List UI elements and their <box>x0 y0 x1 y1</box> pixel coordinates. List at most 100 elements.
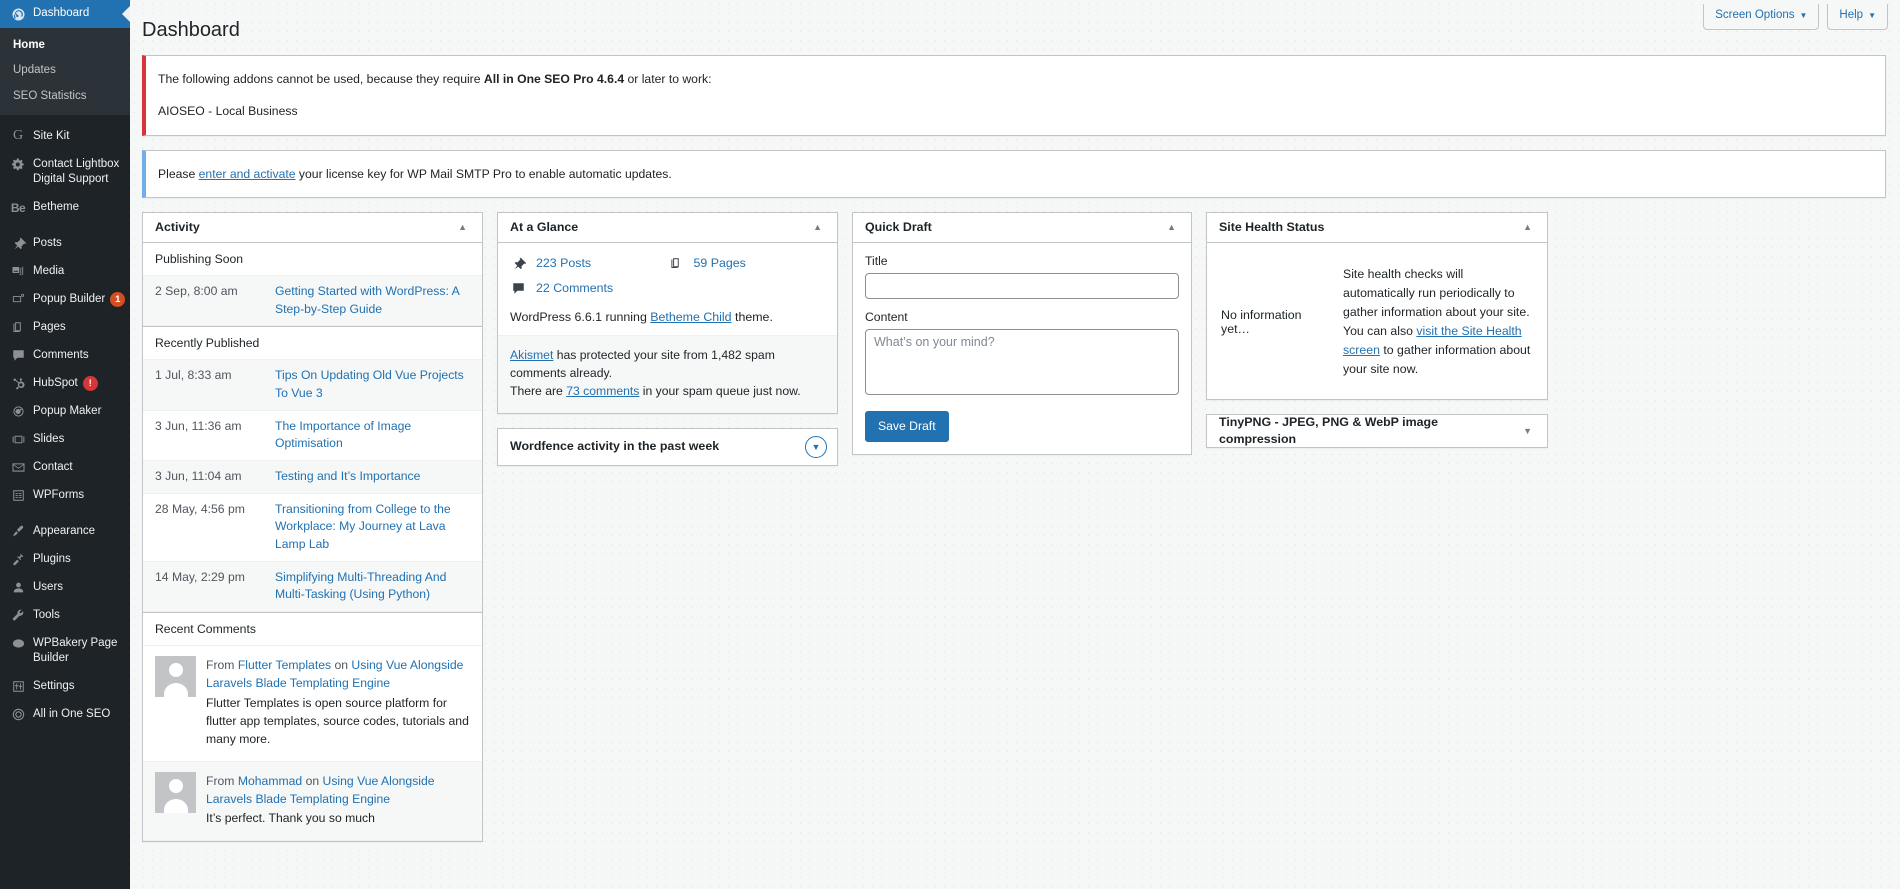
screen-options-label: Screen Options <box>1715 9 1795 21</box>
dashboard-column-2: At a Glance ▲ 223 Posts 59 Pages 22 Comm… <box>497 211 838 480</box>
spam-queue-link[interactable]: 73 comments <box>566 384 639 398</box>
comment-meta: From Mohammad on Using Vue Alongside Lar… <box>206 772 470 809</box>
sidebar-item-label: Dashboard <box>33 7 90 19</box>
sidebar-item-pages[interactable]: Pages <box>0 314 130 342</box>
comment-meta: From Flutter Templates on Using Vue Alon… <box>206 656 470 693</box>
comment-author-link[interactable]: Mohammad <box>238 774 302 788</box>
list-item: 3 Jun, 11:04 am Testing and It’s Importa… <box>143 461 482 494</box>
sidebar-item-label: HubSpot <box>33 376 78 389</box>
collapse-toggle-icon[interactable]: ▲ <box>808 220 827 235</box>
sidebar-item-label: Contact <box>33 460 73 473</box>
pages-icon <box>9 320 27 336</box>
list-item: From Mohammad on Using Vue Alongside Lar… <box>143 761 482 841</box>
sidebar-subitem-seo-statistics[interactable]: SEO Statistics <box>0 84 130 109</box>
sidebar-item-label: Users <box>33 580 64 593</box>
akismet-link[interactable]: Akismet <box>510 348 553 362</box>
post-time: 2 Sep, 8:00 am <box>155 283 238 298</box>
collapse-toggle-icon[interactable]: ▲ <box>1162 220 1181 235</box>
sidebar-item-label: Site Kit <box>33 129 70 142</box>
help-label: Help <box>1839 9 1864 21</box>
post-link[interactable]: Testing and It’s Importance <box>275 469 420 483</box>
sidebar-item-label: Contact Lightbox Digital Support <box>33 157 120 186</box>
post-link[interactable]: Transitioning from College to the Workpl… <box>275 502 451 551</box>
sidebar-item-comments[interactable]: Comments <box>0 342 130 370</box>
comments-count-link[interactable]: 22 Comments <box>536 281 613 295</box>
site-health-body: No information yet… Site health checks w… <box>1207 243 1547 399</box>
quick-draft-header: Quick Draft ▲ <box>853 213 1191 243</box>
chevron-down-icon[interactable]: ▼ <box>1518 424 1537 439</box>
sidebar-item-contact[interactable]: Contact <box>0 454 130 482</box>
collapse-toggle-icon[interactable]: ▲ <box>1518 220 1537 235</box>
plug-icon <box>9 552 27 568</box>
sidebar-item-dashboard[interactable]: Dashboard <box>0 0 130 28</box>
sidebar-item-betheme[interactable]: Be Betheme <box>0 194 130 222</box>
sidebar-item-label: All in One SEO <box>33 707 111 720</box>
pages-icon <box>668 256 685 271</box>
notice-wp-mail-smtp-license: Please enter and activate your license k… <box>142 149 1886 198</box>
post-link[interactable]: The Importance of Image Optimisation <box>275 419 411 451</box>
comment-excerpt: It’s perfect. Thank you so much <box>206 811 375 826</box>
notice-text-bold: All in One SEO Pro 4.6.4 <box>483 72 625 86</box>
akismet-spam-line: There are 73 comments in your spam queue… <box>510 382 825 400</box>
post-link[interactable]: Simplifying Multi-Threading And Multi-Ta… <box>275 570 446 602</box>
post-title: Simplifying Multi-Threading And Multi-Ta… <box>275 569 470 604</box>
pin-icon <box>9 236 27 252</box>
post-time: 14 May, 2:29 pm <box>155 569 245 584</box>
sidebar-item-label: Popup Builder <box>33 292 106 305</box>
pages-count-link[interactable]: 59 Pages <box>694 256 746 270</box>
post-title: Transitioning from College to the Workpl… <box>275 501 470 554</box>
sidebar-item-tools[interactable]: Tools <box>0 602 130 630</box>
hubspot-icon <box>9 376 27 392</box>
post-title: The Importance of Image Optimisation <box>275 418 470 453</box>
akismet-protection-line: Akismet has protected your site from 1,4… <box>510 346 825 383</box>
chevron-down-icon[interactable]: ▼ <box>805 435 827 458</box>
sidebar-item-label: Appearance <box>33 524 96 537</box>
notice-line-2: AIOSEO - Local Business <box>158 104 298 119</box>
sidebar-subitem-home[interactable]: Home <box>0 33 130 58</box>
posts-count-link[interactable]: 223 Posts <box>536 256 591 270</box>
sidebar-item-all-in-one-seo[interactable]: All in One SEO <box>0 701 130 729</box>
sidebar-item-hubspot[interactable]: HubSpot ! <box>0 370 130 398</box>
hubspot-badge: ! <box>82 375 98 391</box>
screen-options-button[interactable]: Screen Options ▼ <box>1703 4 1820 31</box>
site-health-header: Site Health Status ▲ <box>1207 213 1547 243</box>
chevron-down-icon: ▼ <box>1799 11 1808 20</box>
sidebar-item-media[interactable]: Media <box>0 258 130 286</box>
collapse-toggle-icon[interactable]: ▲ <box>453 220 472 235</box>
sidebar-item-plugins[interactable]: Plugins <box>0 546 130 574</box>
from-label: From <box>206 773 235 788</box>
wordfence-title: Wordfence activity in the past week <box>510 439 720 454</box>
save-draft-button[interactable]: Save Draft <box>865 410 949 443</box>
sidebar-item-label: Pages <box>33 320 66 333</box>
sidebar-item-contact-lightbox-digital-support[interactable]: Contact Lightbox Digital Support <box>0 151 130 194</box>
admin-sidebar: Dashboard Home Updates SEO Statistics G … <box>0 0 130 889</box>
notice-aioseo-addons: The following addons cannot be used, bec… <box>142 55 1886 136</box>
post-link[interactable]: Getting Started with WordPress: A Step-b… <box>275 284 459 316</box>
comment-author-link[interactable]: Flutter Templates <box>238 658 331 672</box>
post-link[interactable]: Tips On Updating Old Vue Projects To Vue… <box>275 368 464 400</box>
quick-draft-content-label: Content <box>865 309 908 324</box>
sidebar-item-popup-maker[interactable]: Popup Maker <box>0 398 130 426</box>
sidebar-item-users[interactable]: Users <box>0 574 130 602</box>
site-health-status-text: No information yet… <box>1221 308 1302 337</box>
quick-draft-content-textarea[interactable] <box>865 328 1179 395</box>
sidebar-item-settings[interactable]: Settings <box>0 673 130 701</box>
notice-text-pre: The following addons cannot be used, bec… <box>158 72 484 86</box>
quick-draft-body: Title Content Save Draft <box>853 243 1191 454</box>
sidebar-item-label: Betheme <box>33 200 80 213</box>
help-button[interactable]: Help ▼ <box>1827 4 1888 31</box>
sidebar-item-appearance[interactable]: Appearance <box>0 518 130 546</box>
quick-draft-title-input[interactable] <box>865 272 1179 299</box>
theme-link[interactable]: Betheme Child <box>650 310 731 324</box>
sidebar-item-popup-builder[interactable]: Popup Builder 1 <box>0 286 130 314</box>
sidebar-item-posts[interactable]: Posts <box>0 230 130 258</box>
at-a-glance-widget: At a Glance ▲ 223 Posts 59 Pages 22 Comm… <box>497 211 838 414</box>
enter-and-activate-link[interactable]: enter and activate <box>199 167 296 181</box>
sidebar-item-site-kit[interactable]: G Site Kit <box>0 123 130 151</box>
sidebar-item-slides[interactable]: Slides <box>0 426 130 454</box>
list-item: From Flutter Templates on Using Vue Alon… <box>143 646 482 762</box>
sidebar-subitem-updates[interactable]: Updates <box>0 58 130 83</box>
sidebar-item-wpforms[interactable]: WPForms <box>0 482 130 510</box>
sidebar-item-wpbakery-page-builder[interactable]: WPBakery Page Builder <box>0 630 130 673</box>
list-item: 2 Sep, 8:00 am Getting Started with Word… <box>143 275 482 327</box>
